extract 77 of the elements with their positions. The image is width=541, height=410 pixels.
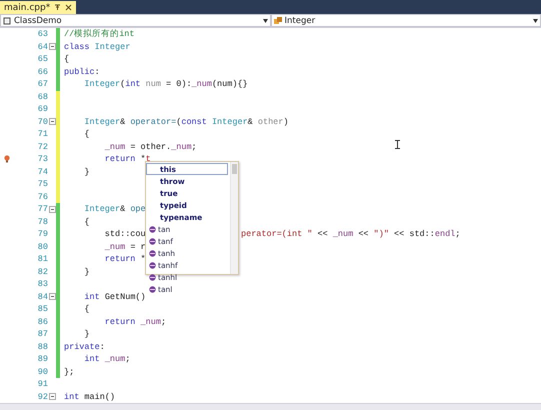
code-line: Integer& ope — [83, 204, 146, 214]
line-number: 70 — [36, 116, 48, 127]
function-icon — [149, 226, 156, 232]
line-number: 75 — [36, 179, 48, 190]
code-line: //模拟所有的int — [63, 28, 135, 40]
code-line: int GetNum() — [83, 292, 146, 302]
code-line: int main() — [63, 392, 116, 402]
function-icon — [149, 286, 156, 292]
pin-icon[interactable] — [54, 4, 62, 11]
project-dropdown[interactable]: ClassDemo — [0, 14, 270, 27]
line-number: 89 — [36, 354, 48, 364]
line-number: 77 — [36, 204, 48, 214]
code-line: _num = r — [104, 242, 146, 252]
line-number: 74 — [36, 166, 48, 177]
code-line: return * — [104, 254, 146, 264]
line-number: 69 — [36, 104, 48, 114]
code-line: Integer(int num = 0):_num(num){} — [83, 79, 248, 90]
code-line: public: — [63, 66, 100, 77]
line-number: 66 — [36, 66, 48, 77]
line-number: 82 — [36, 266, 48, 277]
close-icon[interactable] — [65, 4, 72, 11]
code-line: Integer& operator=(const Integer& other) — [83, 116, 288, 127]
function-icon — [149, 250, 156, 256]
code-line: return _num; — [104, 316, 166, 327]
text-cursor-icon — [395, 140, 400, 149]
line-number: 67 — [36, 79, 48, 90]
code-line: } — [83, 266, 90, 277]
code-line: _num = other._num; — [104, 142, 197, 152]
code-line: int _num; — [83, 354, 130, 364]
code-line: perator=(int " << _num << ")" << std::endl; — [241, 229, 460, 240]
line-number: 68 — [36, 92, 48, 102]
code-line: return *t — [104, 154, 151, 164]
code-line: std::cou — [104, 229, 146, 240]
code-line: { — [83, 129, 90, 140]
line-number: 78 — [36, 216, 48, 227]
code-line: } — [83, 166, 90, 177]
line-number: 76 — [36, 192, 48, 202]
code-line: { — [83, 304, 90, 314]
line-number: 73 — [36, 154, 48, 164]
scrollbar[interactable] — [230, 162, 238, 274]
code-line: { — [83, 216, 90, 227]
collapse-icon[interactable] — [48, 43, 56, 50]
line-number: 63 — [36, 29, 48, 40]
project-icon — [3, 16, 11, 24]
caret-icon — [533, 18, 538, 22]
line-number: 83 — [36, 279, 48, 290]
code-line: }; — [63, 366, 74, 377]
line-number: 88 — [36, 342, 48, 352]
scope-dropdown[interactable]: Integer — [270, 14, 541, 27]
line-number: 84 — [36, 292, 48, 302]
class-icon — [274, 16, 282, 24]
collapse-icon[interactable] — [48, 293, 56, 300]
line-number: 91 — [36, 379, 48, 390]
code-line: { — [63, 54, 70, 64]
collapse-icon[interactable] — [48, 118, 56, 126]
line-number: 79 — [36, 229, 48, 240]
function-icon — [149, 262, 156, 268]
line-number: 86 — [36, 316, 48, 327]
line-number: 81 — [36, 254, 48, 264]
line-number: 85 — [36, 304, 48, 314]
function-icon — [149, 238, 156, 244]
line-number: 80 — [36, 242, 48, 252]
line-number: 92 — [36, 392, 48, 402]
line-number: 64 — [36, 42, 48, 52]
line-number: 87 — [36, 329, 48, 340]
line-number: 90 — [36, 366, 48, 377]
collapse-icon[interactable] — [48, 393, 56, 400]
caret-icon — [262, 18, 268, 22]
code-line: } — [83, 329, 90, 340]
collapse-icon[interactable] — [48, 206, 56, 213]
code-line: private: — [63, 342, 105, 352]
line-number: 72 — [36, 142, 48, 152]
lightbulb-icon[interactable] — [4, 155, 10, 164]
file-tab[interactable]: main.cpp* — [0, 1, 76, 14]
line-number: 65 — [36, 54, 48, 64]
code-line: class Integer — [63, 42, 130, 52]
line-number: 71 — [36, 129, 48, 140]
